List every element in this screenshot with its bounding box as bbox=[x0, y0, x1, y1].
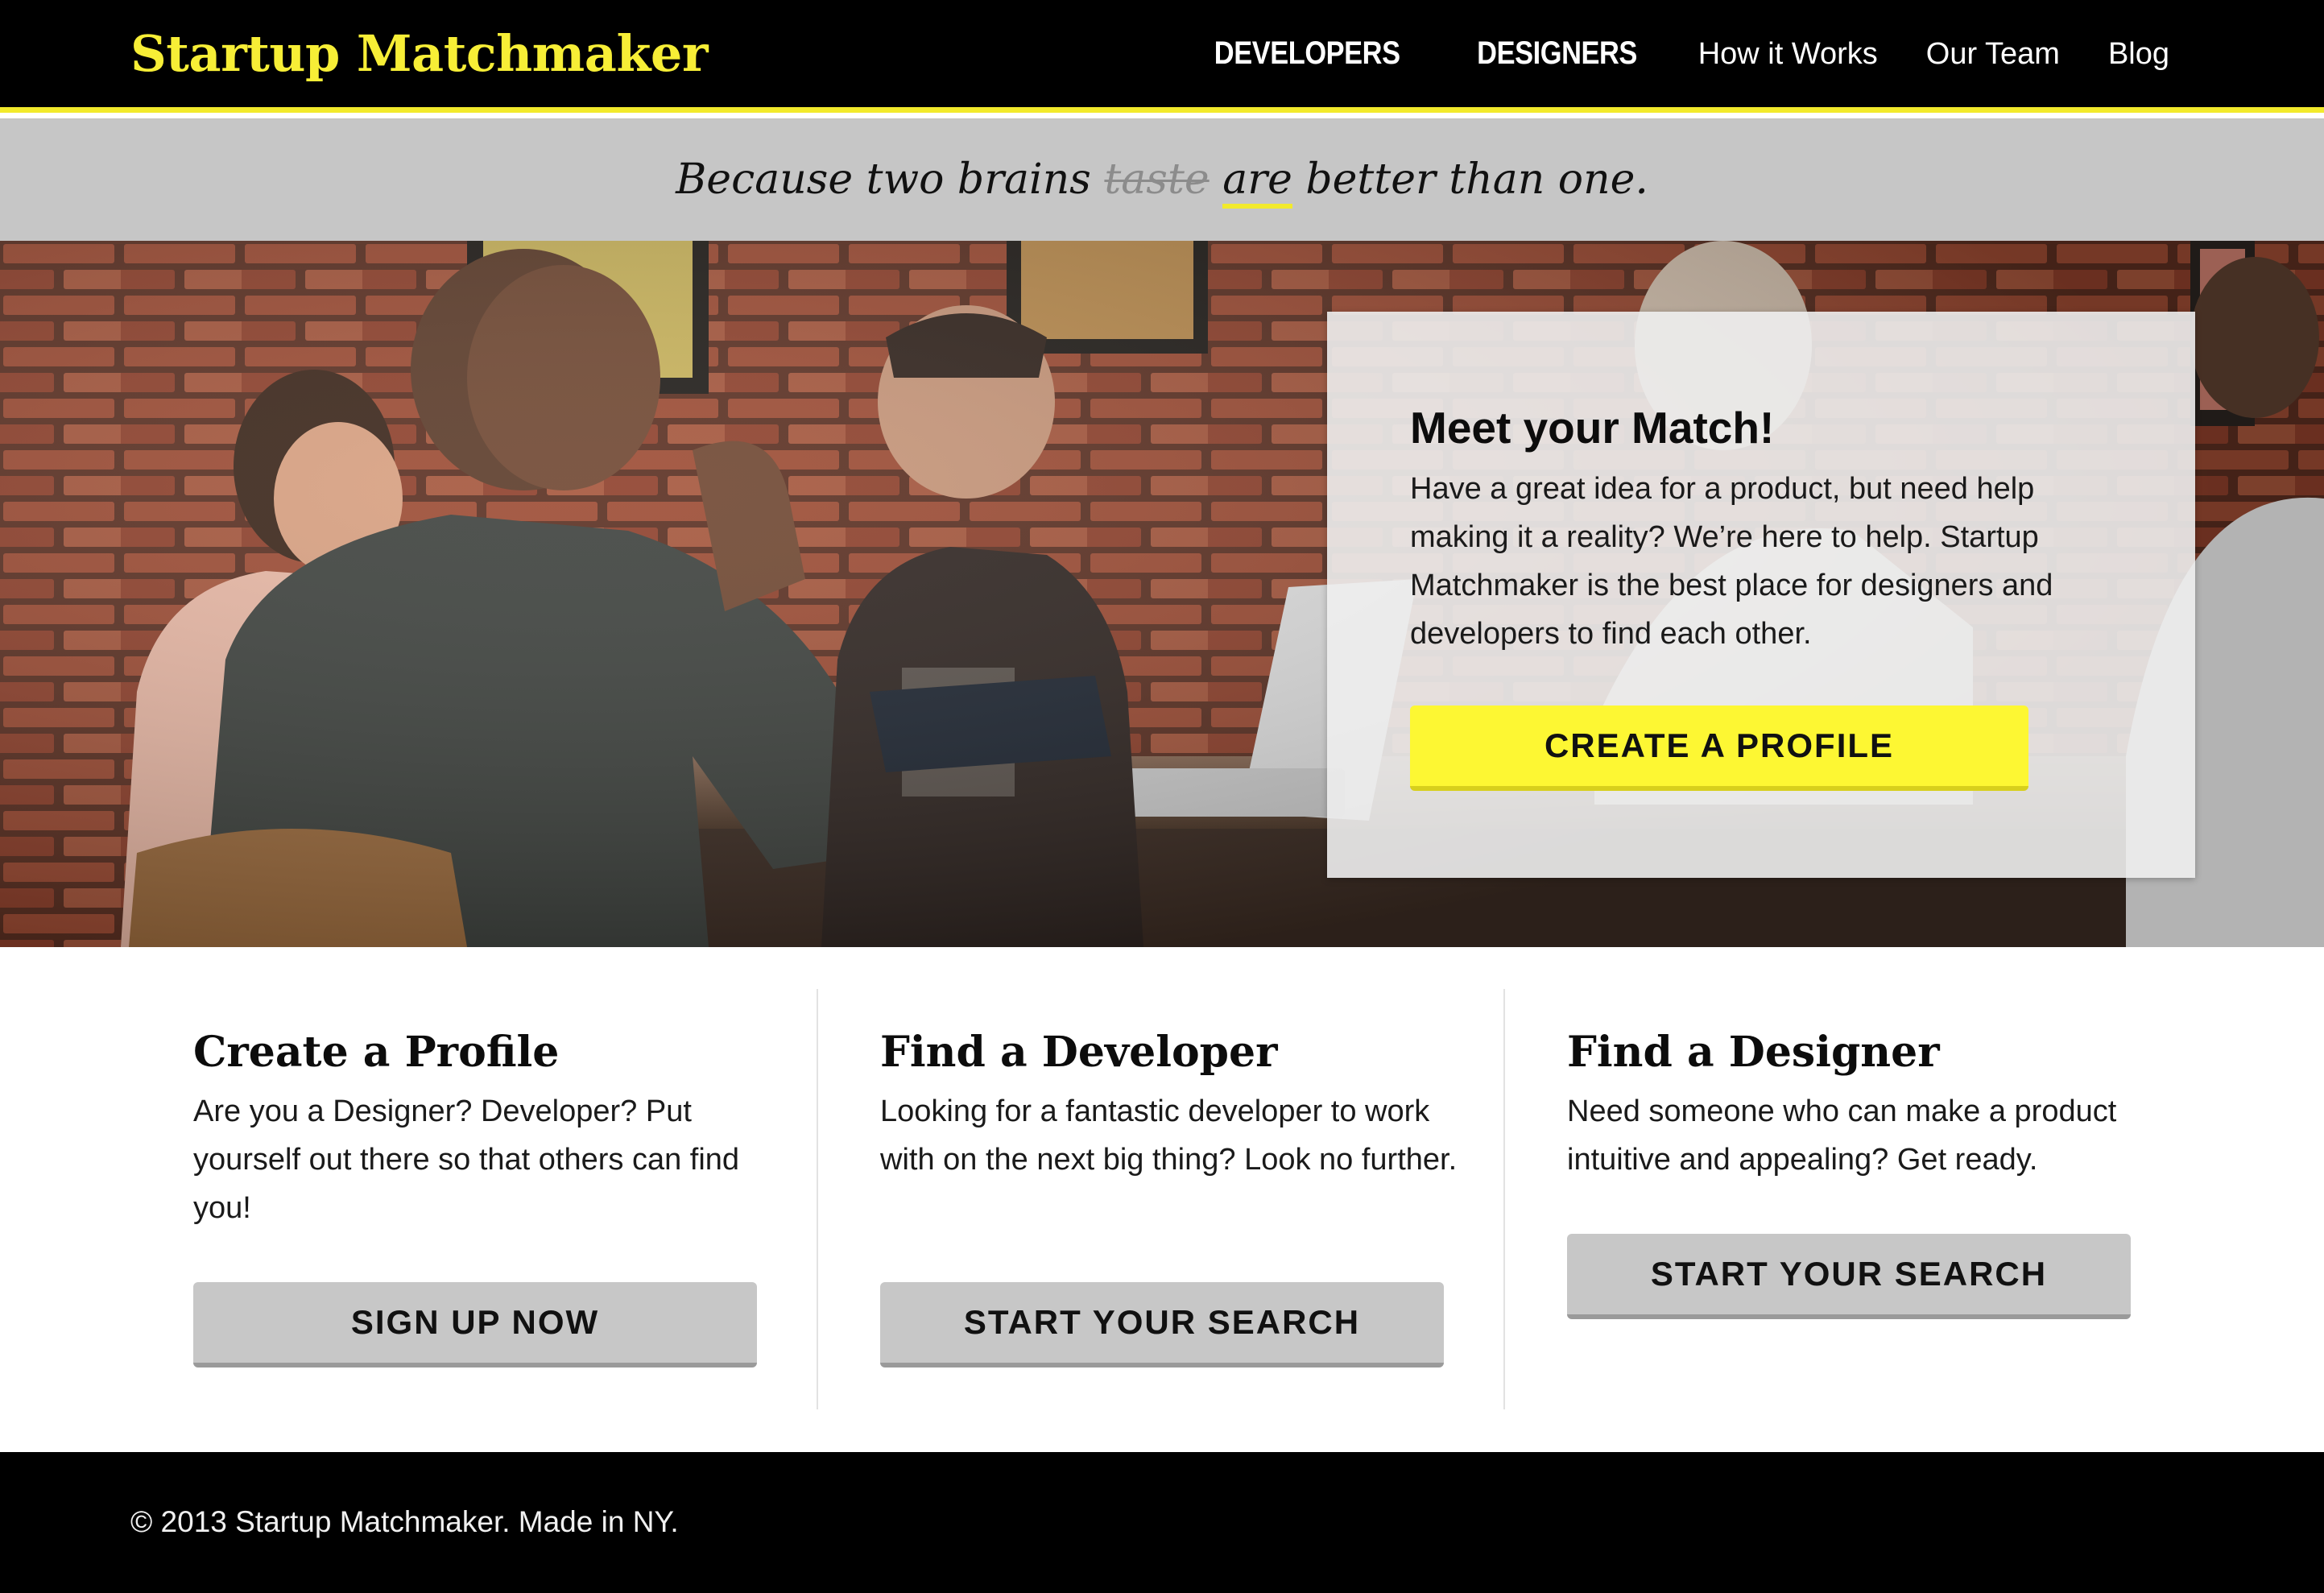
tagline: Because two brains taste are better than… bbox=[676, 155, 1648, 209]
create-profile-button[interactable]: CREATE A PROFILE bbox=[1410, 705, 2028, 791]
sign-up-now-button[interactable]: SIGN UP NOW bbox=[193, 1282, 757, 1367]
feature-title: Find a Developer bbox=[880, 1028, 1278, 1077]
nav-designers[interactable]: DESIGNERS bbox=[1477, 35, 1637, 72]
feature-create-profile: Create a Profile Are you a Designer? Dev… bbox=[193, 989, 817, 1409]
footer-copyright: © 2013 Startup Matchmaker. Made in NY. bbox=[130, 1505, 679, 1538]
feature-text: Are you a Designer? Developer? Put yours… bbox=[193, 1094, 740, 1225]
feature-text: Need someone who can make a product intu… bbox=[1567, 1094, 2117, 1177]
brand-logo[interactable]: Startup Matchmaker bbox=[130, 24, 709, 83]
feature-title: Find a Designer bbox=[1567, 1028, 1940, 1077]
top-navbar: Startup Matchmaker DEVELOPERS DESIGNERS … bbox=[0, 0, 2324, 113]
find-developer-search-button[interactable]: START YOUR SEARCH bbox=[880, 1282, 1444, 1367]
tagline-highlight-word: are bbox=[1222, 155, 1292, 209]
nav-developers[interactable]: DEVELOPERS bbox=[1214, 35, 1400, 72]
feature-find-designer: Find a Designer Need someone who can mak… bbox=[1567, 989, 2191, 1409]
hero-section: Meet your Match! Have a great idea for a… bbox=[0, 241, 2324, 947]
tagline-struck-word: taste bbox=[1104, 155, 1210, 204]
feature-find-developer: Find a Developer Looking for a fantastic… bbox=[880, 989, 1504, 1409]
feature-text: Looking for a fantastic developer to wor… bbox=[880, 1094, 1458, 1177]
tagline-start: Because two brains bbox=[676, 155, 1091, 204]
tagline-band: Because two brains taste are better than… bbox=[0, 118, 2324, 241]
features-section: Create a Profile Are you a Designer? Dev… bbox=[0, 947, 2324, 1452]
nav-how-it-works[interactable]: How it Works bbox=[1698, 37, 1878, 72]
feature-title: Create a Profile bbox=[193, 1028, 560, 1077]
hero-card: Meet your Match! Have a great idea for a… bbox=[1327, 312, 2195, 878]
nav-our-team[interactable]: Our Team bbox=[1926, 37, 2060, 72]
hero-card-title: Meet your Match! bbox=[1410, 403, 1775, 453]
tagline-end: better than one. bbox=[1305, 155, 1648, 204]
nav-blog[interactable]: Blog bbox=[2108, 37, 2169, 72]
main-nav: DEVELOPERS DESIGNERS How it Works Our Te… bbox=[1199, 35, 2169, 72]
find-designer-search-button[interactable]: START YOUR SEARCH bbox=[1567, 1234, 2131, 1319]
footer: © 2013 Startup Matchmaker. Made in NY. bbox=[0, 1452, 2324, 1593]
hero-card-text: Have a great idea for a product, but nee… bbox=[1410, 472, 2053, 651]
